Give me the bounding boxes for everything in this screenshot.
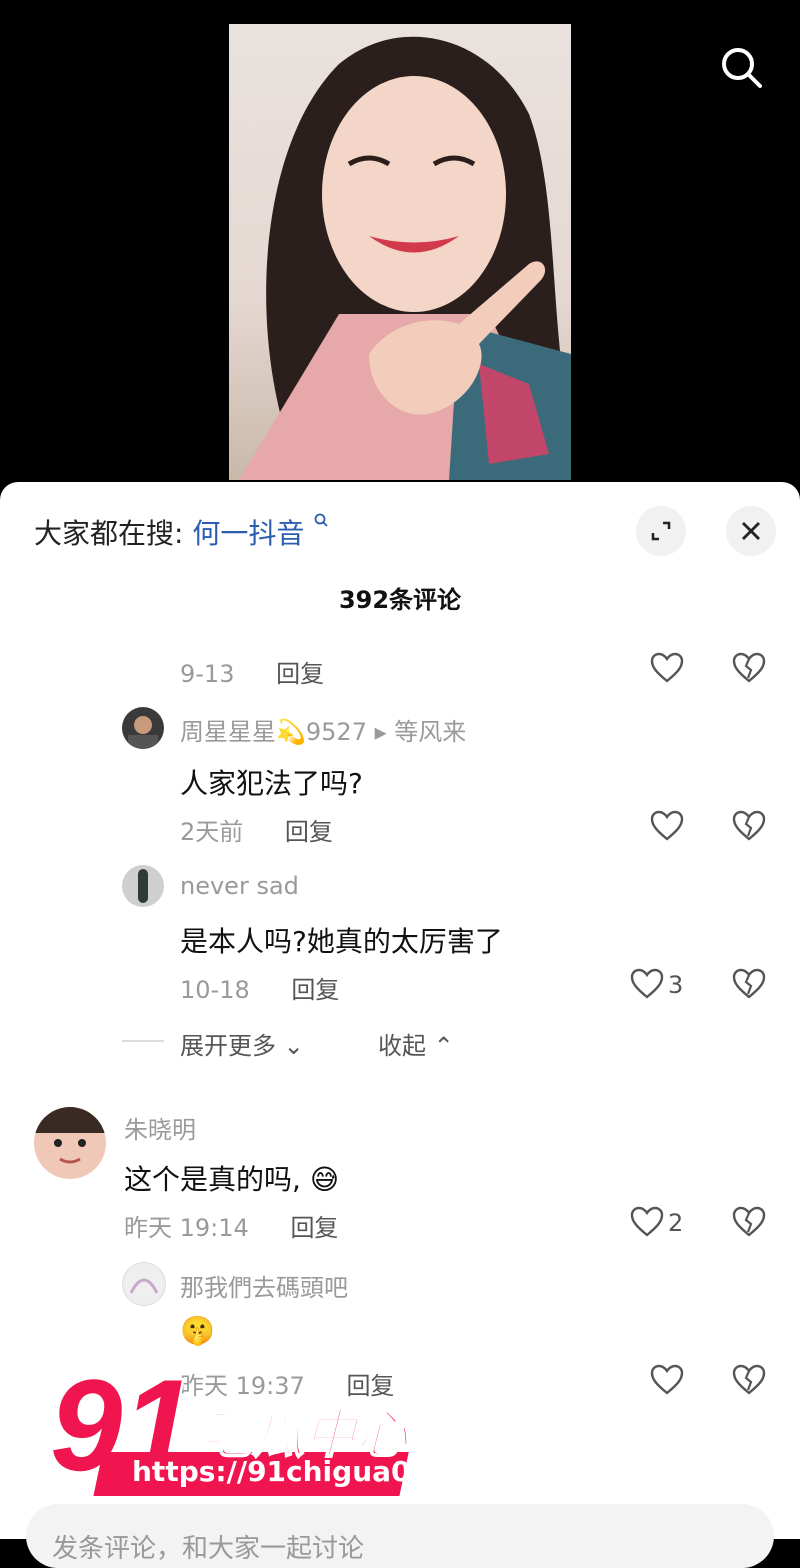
small-search-icon [314,513,328,527]
expand-more-button[interactable]: 展开更多 ⌄ [180,1026,304,1061]
chevron-down-icon: ⌄ [283,1032,304,1060]
close-icon [742,522,760,540]
collapse-button[interactable]: 收起 ⌃ [378,1026,454,1061]
reply-text: 是本人吗?她真的太厉害了 [180,925,503,958]
search-icon [722,48,762,88]
comment-input-placeholder: 发条评论，和大家一起讨论 [52,1534,365,1564]
expand-sheet-button[interactable] [636,506,686,556]
reply-author[interactable]: never sad [180,872,299,900]
video-area[interactable] [0,0,800,500]
like-icon[interactable] [650,652,684,684]
comment-author[interactable]: 朱晓明 [124,1110,196,1145]
comment-time: 昨天 19:14 [124,1214,249,1242]
like-icon[interactable] [630,968,664,1000]
search-button[interactable] [716,42,768,94]
search-suggestion[interactable]: 大家都在搜: 何一抖音 [34,512,329,552]
like-icon[interactable] [650,1364,684,1396]
reply-author[interactable]: 那我們去碼頭吧 [180,1268,348,1303]
avatar[interactable] [122,865,164,907]
comment-time: 10-18 [180,976,250,1004]
reply-text: 人家犯法了吗? [180,767,363,800]
comment-meta: 昨天 19:14 回复 [124,1208,338,1243]
reply-button[interactable]: 回复 [276,660,324,688]
dislike-icon[interactable] [732,968,766,1000]
reply-author[interactable]: 周星星星💫9527 ▸ 等风来 [180,712,466,747]
expand-more-label: 展开更多 [180,1032,276,1060]
comment-meta: 10-18 回复 [180,970,339,1005]
dislike-icon[interactable] [732,810,766,842]
watermark-logo: 91 吃瓜中心 https://91chigua07.com [48,1350,506,1507]
reply-button[interactable]: 回复 [285,818,333,846]
expand-icon [651,521,671,541]
search-suggestion-keyword[interactable]: 何一抖音 [192,517,304,550]
divider [122,1040,164,1042]
comment-time: 9-13 [180,660,235,688]
dislike-icon[interactable] [732,652,766,684]
like-icon[interactable] [630,1206,664,1238]
comment-count: 392条评论 [338,586,462,614]
dislike-icon[interactable] [732,1206,766,1238]
close-button[interactable] [726,506,776,556]
emoji: 😅 [309,1163,340,1196]
reply-button[interactable]: 回复 [291,976,339,1004]
comment-time: 2天前 [180,818,244,846]
like-icon[interactable] [650,810,684,842]
avatar[interactable] [122,1262,166,1306]
video-frame-image [229,24,571,480]
collapse-label: 收起 [378,1032,426,1060]
search-suggestion-prefix: 大家都在搜: [34,517,184,550]
chevron-up-icon: ⌃ [433,1032,454,1060]
watermark-url: https://91chigua07.com [132,1455,506,1488]
dislike-icon[interactable] [732,1364,766,1396]
comment-input[interactable]: 发条评论，和大家一起讨论 [26,1504,774,1568]
like-count: 3 [668,971,684,999]
reply-button[interactable]: 回复 [290,1214,338,1242]
reply-emoji: 🤫 [180,1314,215,1347]
comment-meta: 9-13 回复 [180,654,324,689]
comment-meta: 2天前 回复 [180,812,333,847]
like-count: 2 [668,1209,684,1237]
avatar[interactable] [122,707,164,749]
avatar[interactable] [34,1107,106,1179]
comment-text: 这个是真的吗, 😅 [124,1163,340,1196]
